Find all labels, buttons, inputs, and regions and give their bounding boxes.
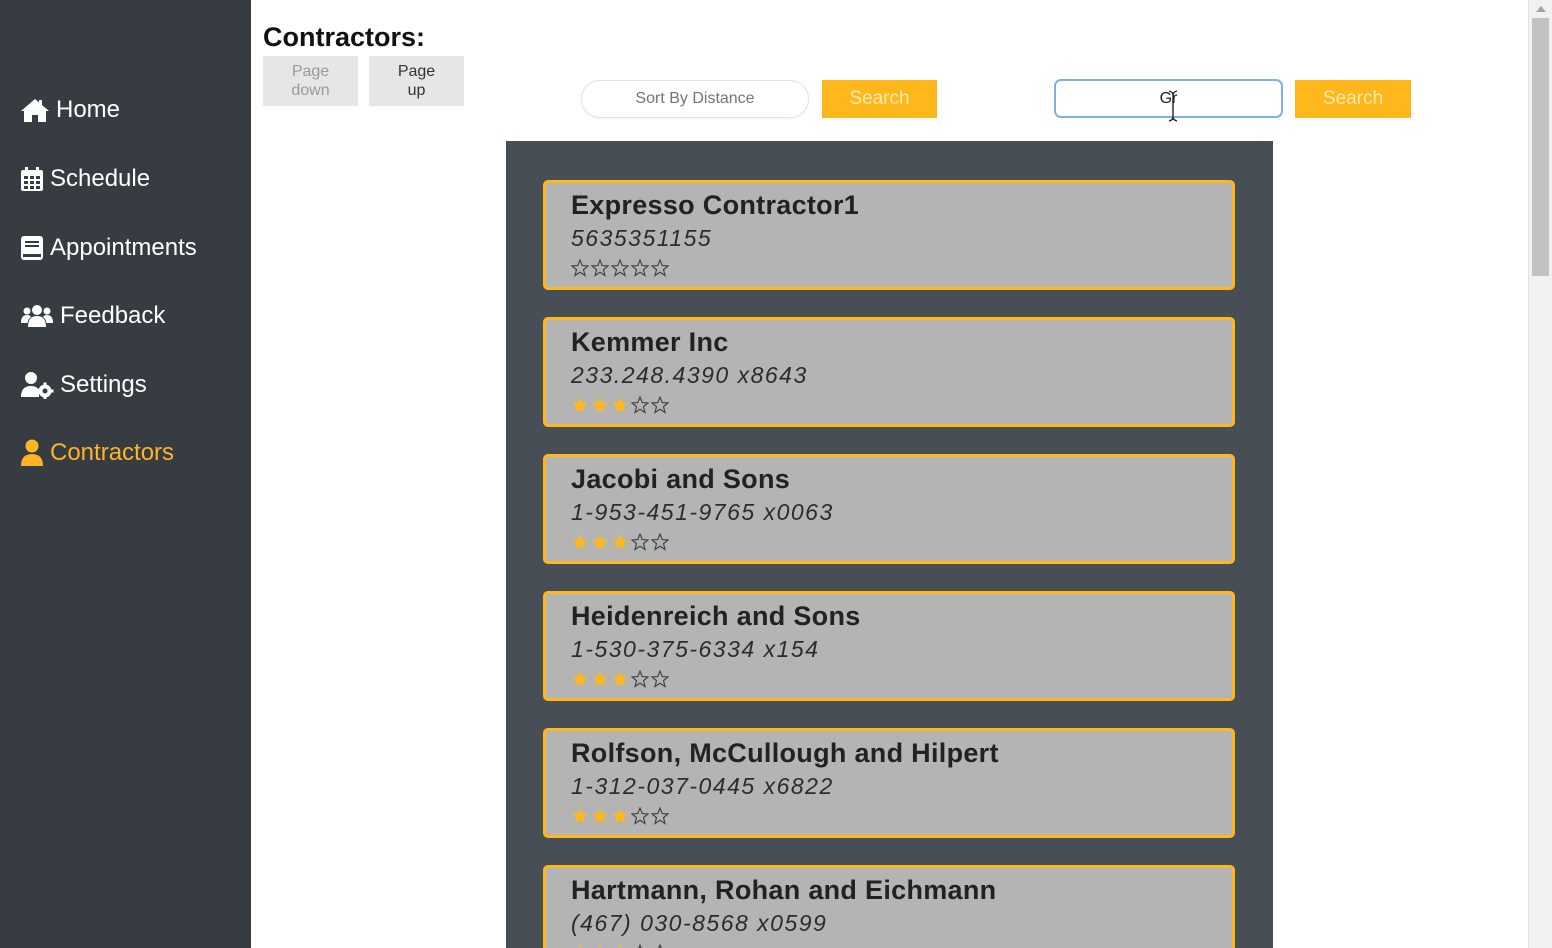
- rating-stars: [571, 259, 669, 277]
- star-filled-icon: [592, 397, 608, 413]
- contractor-card[interactable]: Jacobi and Sons 1-953-451-9765 x0063: [543, 454, 1235, 564]
- star-filled-icon: [612, 671, 628, 687]
- main-content: Contractors: Page down Page up Search Se…: [251, 0, 1528, 948]
- star-filled-icon: [592, 808, 608, 824]
- star-filled-icon: [592, 534, 608, 550]
- contractor-phone: 1-953-451-9765 x0063: [571, 499, 834, 525]
- star-empty-icon: [631, 533, 649, 551]
- star-filled-icon: [592, 671, 608, 687]
- star-empty-icon: [631, 807, 649, 825]
- star-empty-icon: [651, 259, 669, 277]
- sidebar-item-label: Feedback: [60, 302, 166, 329]
- sidebar-item-label: Home: [56, 96, 121, 123]
- rating-stars: [571, 533, 669, 551]
- sort-by-distance-input[interactable]: [581, 80, 809, 118]
- calendar-icon: [20, 166, 44, 192]
- star-empty-icon: [651, 396, 669, 414]
- star-filled-icon: [612, 397, 628, 413]
- rating-stars: [571, 944, 669, 948]
- rating-stars: [571, 396, 669, 414]
- star-empty-icon: [631, 670, 649, 688]
- star-filled-icon: [578, 945, 582, 948]
- contractor-list: Expresso Contractor1 5635351155 Kemmer Inc…: [506, 141, 1273, 948]
- sidebar-item-feedback[interactable]: Feedback: [20, 296, 165, 336]
- star-filled-icon: [572, 534, 588, 550]
- users-icon: [20, 303, 54, 329]
- star-empty-icon: [611, 259, 629, 277]
- page-up-button[interactable]: Page up: [369, 56, 464, 106]
- contractor-name: Kemmer Inc: [571, 327, 729, 357]
- sidebar-item-contractors[interactable]: Contractors: [20, 433, 174, 473]
- contractor-name: Rolfson, McCullough and Hilpert: [571, 738, 999, 768]
- star-empty-icon: [651, 670, 669, 688]
- vertical-scrollbar[interactable]: [1528, 0, 1552, 948]
- contractor-name: Jacobi and Sons: [571, 464, 791, 494]
- contractor-phone: 5635351155: [571, 225, 713, 251]
- contractor-card[interactable]: Kemmer Inc 233.248.4390 x8643: [543, 317, 1235, 427]
- contractor-phone: 1-312-037-0445 x6822: [571, 773, 834, 799]
- scroll-thumb[interactable]: [1532, 18, 1549, 276]
- sidebar-item-label: Contractors: [50, 439, 175, 466]
- star-filled-icon: [598, 945, 602, 948]
- star-filled-icon: [612, 534, 628, 550]
- text-cursor-icon: [1168, 90, 1178, 122]
- sidebar-item-label: Schedule: [50, 165, 151, 192]
- star-empty-icon: [571, 259, 589, 277]
- home-icon: [20, 97, 50, 123]
- rating-stars: [571, 807, 669, 825]
- contractor-name: Expresso Contractor1: [571, 190, 860, 220]
- star-empty-icon: [631, 259, 649, 277]
- star-filled-icon: [618, 945, 622, 948]
- contractor-card[interactable]: Hartmann, Rohan and Eichmann (467) 030-85…: [543, 865, 1235, 948]
- sidebar-item-label: Appointments: [50, 234, 197, 261]
- page-down-button[interactable]: Page down: [263, 56, 358, 106]
- star-empty-icon: [638, 944, 642, 948]
- rating-stars: [571, 670, 669, 688]
- contractor-card[interactable]: Rolfson, McCullough and Hilpert 1-312-037…: [543, 728, 1235, 838]
- sidebar-item-home[interactable]: Home: [20, 90, 120, 130]
- contractor-phone: 1-530-375-6334 x154: [571, 636, 820, 662]
- sidebar-item-schedule[interactable]: Schedule: [20, 159, 150, 199]
- name-search-button[interactable]: Search: [1295, 80, 1411, 118]
- contractor-phone: (467) 030-8568 x0599: [571, 910, 828, 936]
- user-cog-icon: [20, 371, 54, 399]
- star-empty-icon: [658, 944, 662, 948]
- contractor-card[interactable]: Expresso Contractor1 5635351155: [543, 180, 1235, 290]
- contractor-name: Heidenreich and Sons: [571, 601, 861, 631]
- star-empty-icon: [651, 807, 669, 825]
- sidebar: Home Schedule Appointments Feedback Sett…: [0, 0, 251, 948]
- sidebar-item-settings[interactable]: Settings: [20, 365, 147, 405]
- star-empty-icon: [591, 259, 609, 277]
- scroll-up-arrow-icon[interactable]: [1535, 4, 1547, 14]
- distance-search-button[interactable]: Search: [822, 80, 937, 118]
- page-title: Contractors:: [263, 22, 426, 52]
- star-empty-icon: [651, 533, 669, 551]
- contractor-name: Hartmann, Rohan and Eichmann: [571, 875, 997, 905]
- star-empty-icon: [631, 396, 649, 414]
- star-filled-icon: [612, 808, 628, 824]
- star-filled-icon: [572, 808, 588, 824]
- sidebar-item-label: Settings: [60, 371, 147, 398]
- star-filled-icon: [572, 671, 588, 687]
- contractor-phone: 233.248.4390 x8643: [571, 362, 808, 388]
- star-filled-icon: [572, 397, 588, 413]
- sidebar-item-appointments[interactable]: Appointments: [20, 228, 197, 268]
- user-icon: [20, 439, 44, 467]
- contractor-card[interactable]: Heidenreich and Sons 1-530-375-6334 x154: [543, 591, 1235, 701]
- book-icon: [20, 235, 44, 261]
